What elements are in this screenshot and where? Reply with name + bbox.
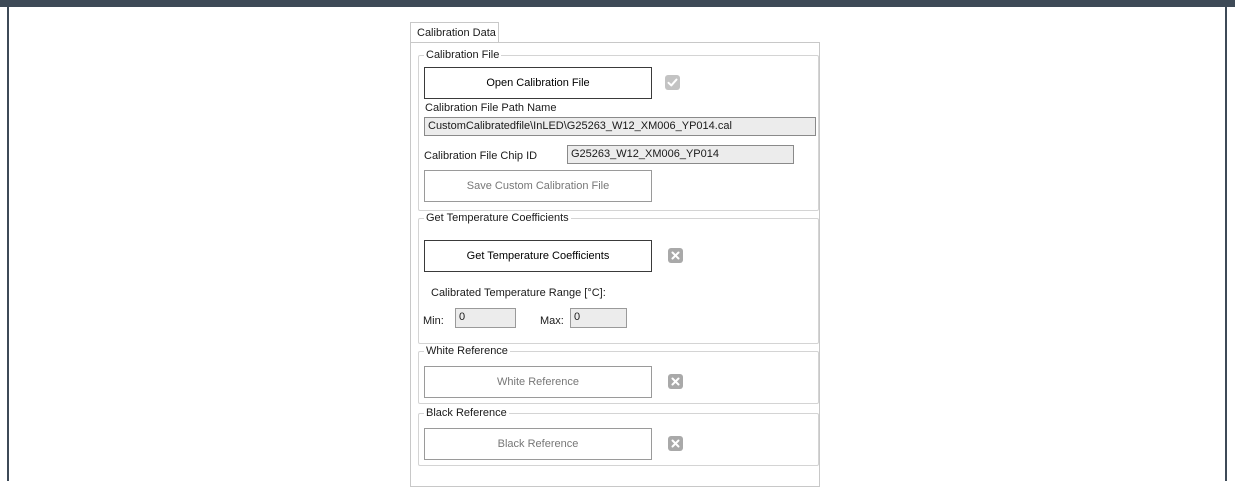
black-reference-legend: Black Reference	[424, 407, 509, 420]
calibration-file-chip-id-label: Calibration File Chip ID	[424, 150, 538, 162]
open-calibration-file-button[interactable]: Open Calibration File	[424, 67, 652, 99]
x-icon	[668, 374, 683, 389]
x-icon	[668, 436, 683, 451]
calibration-file-path-label: Calibration File Path Name	[425, 102, 557, 114]
save-custom-calibration-file-button[interactable]: Save Custom Calibration File	[424, 170, 652, 202]
calibration-file-group: Calibration File Open Calibration File C…	[418, 49, 819, 211]
calibration-file-legend: Calibration File	[424, 49, 502, 62]
temperature-coefficients-legend: Get Temperature Coefficients	[424, 212, 571, 225]
window-frame-right	[1225, 7, 1227, 481]
calibration-file-path-field[interactable]: CustomCalibratedfile\InLED\G25263_W12_XM…	[424, 117, 816, 136]
white-reference-group: White Reference White Reference	[418, 345, 819, 404]
window-frame-top	[0, 0, 1235, 7]
x-icon	[668, 248, 683, 263]
tab-calibration-data[interactable]: Calibration Data	[410, 22, 499, 42]
calibrated-temperature-range-label: Calibrated Temperature Range [°C]:	[431, 287, 606, 299]
check-icon	[665, 75, 680, 90]
window-frame-left	[7, 7, 9, 481]
max-label: Max:	[540, 315, 564, 327]
min-temperature-field[interactable]: 0	[455, 308, 516, 328]
max-temperature-field[interactable]: 0	[570, 308, 627, 328]
calibration-file-chip-id-field[interactable]: G25263_W12_XM006_YP014	[567, 145, 794, 164]
temperature-coefficients-group: Get Temperature Coefficients Get Tempera…	[418, 212, 819, 344]
black-reference-group: Black Reference Black Reference	[418, 407, 819, 466]
white-reference-legend: White Reference	[424, 345, 510, 358]
white-reference-button[interactable]: White Reference	[424, 366, 652, 398]
calibration-data-panel: Calibration File Open Calibration File C…	[410, 42, 820, 487]
black-reference-button[interactable]: Black Reference	[424, 428, 652, 460]
get-temperature-coefficients-button[interactable]: Get Temperature Coefficients	[424, 240, 652, 272]
min-label: Min:	[423, 315, 444, 327]
